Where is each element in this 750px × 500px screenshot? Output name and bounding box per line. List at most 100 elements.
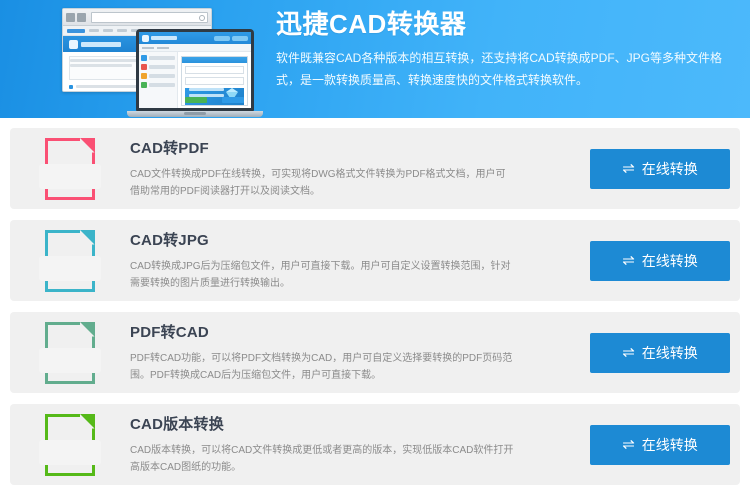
laptop-trackpad-notch bbox=[184, 112, 206, 115]
app-sidebar-item-mock bbox=[141, 73, 175, 79]
online-convert-button-label: 在线转换 bbox=[641, 436, 698, 453]
promo-text-mock bbox=[189, 88, 225, 91]
card-body: CAD版本转换 CAD版本转换，可以将CAD文件转换成更低或者更高的版本，实现低… bbox=[130, 413, 580, 476]
card-description: CAD转换成JPG后为压缩包文件，用户可直接下载。用户可自定义设置转换范围，针对… bbox=[130, 261, 511, 289]
cad-file-icon: CAD bbox=[39, 320, 101, 384]
cad-version-file-icon: CAD bbox=[39, 412, 101, 476]
card-description: CAD版本转换，可以将CAD文件转换成更低或者更高的版本，实现低版本CAD软件打… bbox=[130, 445, 514, 473]
file-fold-corner bbox=[80, 321, 95, 337]
app-toolbar-item-mock bbox=[157, 46, 169, 49]
browser-forward-button-mock bbox=[77, 12, 86, 22]
card-icon-wrap: CAD bbox=[10, 412, 130, 476]
feature-card-cad-to-jpg[interactable]: JPG CAD转JPG CAD转换成JPG后为压缩包文件，用户可直接下载。用户可… bbox=[10, 220, 740, 301]
app-toolbar-item-mock bbox=[142, 46, 154, 49]
app-dialog-footer-mock bbox=[185, 97, 244, 103]
app-body-mock bbox=[139, 52, 251, 108]
card-body: CAD转JPG CAD转换成JPG后为压缩包文件，用户可直接下载。用户可自定义设… bbox=[130, 229, 580, 292]
app-button-mock bbox=[232, 35, 248, 41]
feature-card-pdf-to-cad[interactable]: CAD PDF转CAD PDF转CAD功能，可以将PDF文档转换为CAD，用户可… bbox=[10, 312, 740, 393]
sidebar-item-icon bbox=[141, 73, 147, 79]
card-title: PDF转CAD bbox=[130, 324, 209, 341]
card-icon-wrap: JPG bbox=[10, 228, 130, 292]
app-title-mock bbox=[151, 36, 177, 40]
app-logo-mock bbox=[142, 34, 149, 42]
online-convert-button[interactable]: ⇌ 在线转换 bbox=[590, 148, 730, 189]
app-dialog-confirm-mock bbox=[185, 97, 207, 103]
sidebar-item-label-mock bbox=[149, 74, 175, 78]
laptop-mock bbox=[127, 29, 263, 117]
browser-tab-mock bbox=[103, 29, 113, 32]
sidebar-item-icon bbox=[141, 55, 147, 61]
jpg-file-icon: JPG bbox=[39, 228, 101, 292]
card-action-wrap: ⇌ 在线转换 bbox=[580, 332, 740, 373]
conversion-feature-list: PDF CAD转PDF CAD文件转换成PDF在线转换，可实现将DWG格式文件转… bbox=[0, 118, 750, 485]
laptop-screen bbox=[136, 29, 254, 111]
card-icon-wrap: CAD bbox=[10, 320, 130, 384]
swap-arrows-icon: ⇌ bbox=[622, 436, 635, 453]
hero-description: 软件既兼容CAD各种版本的相互转换，还支持将CAD转换成PDF、JPG等多种文件… bbox=[276, 50, 723, 87]
card-action-wrap: ⇌ 在线转换 bbox=[580, 148, 740, 189]
card-action-wrap: ⇌ 在线转换 bbox=[580, 424, 740, 465]
hero-text-block: 迅捷CAD转换器 软件既兼容CAD各种版本的相互转换，还支持将CAD转换成PDF… bbox=[258, 0, 750, 91]
online-convert-button[interactable]: ⇌ 在线转换 bbox=[590, 424, 730, 465]
sidebar-item-label-mock bbox=[149, 56, 175, 60]
app-window-controls-mock bbox=[214, 35, 248, 41]
file-type-label: JPG bbox=[39, 255, 101, 281]
file-fold-corner bbox=[80, 229, 95, 245]
browser-chrome bbox=[63, 9, 211, 26]
app-subtoolbar-mock bbox=[139, 44, 251, 52]
sidebar-item-label-mock bbox=[149, 65, 175, 69]
online-convert-button[interactable]: ⇌ 在线转换 bbox=[590, 332, 730, 373]
card-title: CAD转JPG bbox=[130, 232, 209, 249]
site-logo-mock bbox=[69, 39, 78, 49]
laptop-base bbox=[127, 111, 263, 117]
app-dialog-cancel-mock bbox=[222, 97, 244, 103]
file-fold-corner bbox=[80, 413, 95, 429]
file-type-label: PDF bbox=[39, 163, 101, 189]
app-button-mock bbox=[214, 35, 230, 41]
card-body: CAD转PDF CAD文件转换成PDF在线转换，可实现将DWG格式文件转换为PD… bbox=[130, 137, 580, 200]
hero-banner: 迅捷CAD转换器 软件既兼容CAD各种版本的相互转换，还支持将CAD转换成PDF… bbox=[0, 0, 750, 118]
app-sidebar-item-mock bbox=[141, 55, 175, 61]
sidebar-item-label-mock bbox=[149, 83, 175, 87]
app-titlebar-mock bbox=[139, 32, 251, 44]
browser-back-button-mock bbox=[66, 12, 75, 22]
app-sidebar-item-mock bbox=[141, 64, 175, 70]
app-sidebar-item-mock bbox=[141, 82, 175, 88]
app-dialog-field-mock bbox=[185, 77, 244, 85]
sidebar-item-icon bbox=[141, 82, 147, 88]
swap-arrows-icon: ⇌ bbox=[622, 252, 635, 269]
file-fold-corner bbox=[80, 137, 95, 153]
app-dialog-field-mock bbox=[185, 66, 244, 74]
online-convert-button[interactable]: ⇌ 在线转换 bbox=[590, 240, 730, 281]
app-sidebar-mock bbox=[139, 52, 178, 108]
app-dialog-titlebar-mock bbox=[182, 57, 247, 63]
card-description: PDF转CAD功能，可以将PDF文档转换为CAD，用户可自定义选择要转换的PDF… bbox=[130, 353, 513, 381]
browser-address-bar-mock bbox=[91, 11, 208, 23]
card-body: PDF转CAD PDF转CAD功能，可以将PDF文档转换为CAD，用户可自定义选… bbox=[130, 321, 580, 384]
page-title: 迅捷CAD转换器 bbox=[276, 9, 467, 39]
feature-card-cad-to-pdf[interactable]: PDF CAD转PDF CAD文件转换成PDF在线转换，可实现将DWG格式文件转… bbox=[10, 128, 740, 209]
bullet-icon bbox=[69, 84, 73, 89]
text-line-mock bbox=[70, 64, 132, 67]
app-dialog-mock bbox=[181, 56, 248, 106]
online-convert-button-label: 在线转换 bbox=[641, 160, 698, 177]
app-main-mock bbox=[178, 52, 251, 108]
file-type-label: CAD bbox=[39, 439, 101, 465]
site-name-mock bbox=[81, 41, 121, 47]
feature-card-cad-version-convert[interactable]: CAD CAD版本转换 CAD版本转换，可以将CAD文件转换成更低或者更高的版本… bbox=[10, 404, 740, 485]
product-screens-illustration bbox=[48, 0, 263, 118]
swap-arrows-icon: ⇌ bbox=[622, 344, 635, 361]
pdf-file-icon: PDF bbox=[39, 136, 101, 200]
card-action-wrap: ⇌ 在线转换 bbox=[580, 240, 740, 281]
browser-tab-mock bbox=[89, 29, 99, 32]
card-icon-wrap: PDF bbox=[10, 136, 130, 200]
desktop-app-mock bbox=[139, 32, 251, 108]
card-title: CAD转PDF bbox=[130, 140, 209, 157]
card-title: CAD版本转换 bbox=[130, 416, 224, 433]
swap-arrows-icon: ⇌ bbox=[622, 160, 635, 177]
card-description: CAD文件转换成PDF在线转换，可实现将DWG格式文件转换为PDF格式文档，用户… bbox=[130, 169, 506, 197]
online-convert-button-label: 在线转换 bbox=[641, 252, 698, 269]
sidebar-item-icon bbox=[141, 64, 147, 70]
browser-active-tab-mock bbox=[67, 28, 85, 33]
